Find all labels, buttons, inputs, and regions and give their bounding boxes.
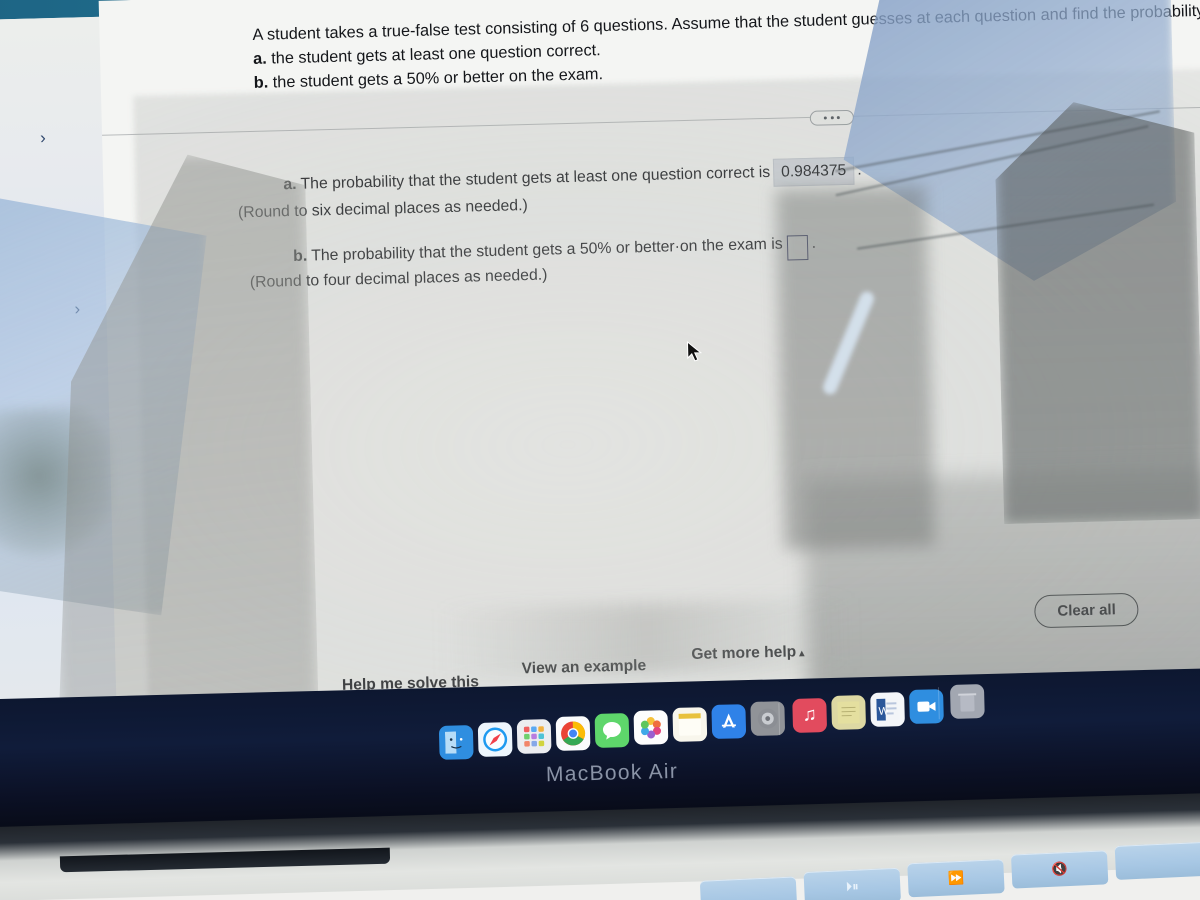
photos-icon[interactable] <box>633 710 669 745</box>
svg-text:W: W <box>878 705 889 717</box>
prompt-b-label: b. <box>253 73 269 93</box>
view-an-example-button[interactable]: View an example <box>521 657 646 678</box>
mute-key[interactable]: 🔇 <box>1010 850 1109 889</box>
answer-a-label: a. <box>283 176 297 194</box>
laptop-lid: › ces s n Tools › A student takes a true… <box>0 0 1200 780</box>
answer-b-period: . <box>811 235 817 253</box>
laptop-display: › ces s n Tools › A student takes a true… <box>0 0 1200 753</box>
safari-icon[interactable] <box>477 722 513 757</box>
dot-3 <box>836 116 840 120</box>
play-pause-key[interactable]: ⏵⏸ <box>803 867 901 900</box>
stickies-icon[interactable] <box>831 695 867 730</box>
photo-of-laptop-screen: › ces s n Tools › A student takes a true… <box>0 0 1200 900</box>
finder-icon[interactable] <box>438 725 474 760</box>
key-blank-1[interactable] <box>699 876 798 900</box>
exercise-panel: A student takes a true-false test consis… <box>98 0 1200 717</box>
caret-up-icon: ▴ <box>799 648 805 660</box>
mouse-cursor-icon <box>686 340 703 362</box>
music-icon[interactable]: ♫ <box>792 698 828 733</box>
section-divider <box>102 105 1200 136</box>
question-prompt: A student takes a true-false test consis… <box>252 0 1200 95</box>
prompt-b-text: the student gets a 50% or better on the … <box>268 65 604 92</box>
trash-icon[interactable] <box>949 684 985 719</box>
answer-a-period: . <box>856 161 862 180</box>
get-more-help-button[interactable]: Get more help ▴ <box>691 643 804 664</box>
sidebar-top-chevron-icon[interactable]: › <box>40 128 46 148</box>
answer-b-label: b. <box>292 248 308 266</box>
chrome-icon[interactable] <box>555 716 591 751</box>
app-store-icon[interactable] <box>711 704 747 739</box>
clear-all-button[interactable]: Clear all <box>1033 592 1140 629</box>
fast-forward-icon: ⏩ <box>947 869 965 886</box>
fast-forward-key[interactable]: ⏩ <box>907 859 1005 898</box>
play-pause-icon: ⏵⏸ <box>845 878 860 895</box>
answer-b-input[interactable] <box>786 234 809 261</box>
answer-a-input[interactable]: 0.984375 <box>772 156 855 188</box>
sidebar-item-tools-chevron-icon[interactable]: › <box>74 299 80 319</box>
key-blank-2[interactable] <box>1114 841 1200 880</box>
answer-a-text: The probability that the student gets at… <box>300 164 771 194</box>
mute-icon: 🔇 <box>1051 861 1069 877</box>
word-icon[interactable]: W <box>870 692 905 727</box>
get-more-help-label: Get more help <box>691 643 797 664</box>
messages-icon[interactable] <box>594 713 630 748</box>
notes-icon[interactable] <box>672 707 708 742</box>
prompt-a-label: a. <box>252 49 267 69</box>
dot-2 <box>830 116 834 120</box>
answer-section: a. The probability that the student gets… <box>238 153 986 291</box>
launchpad-icon[interactable] <box>516 719 552 754</box>
more-options-ellipsis-button[interactable] <box>809 109 855 126</box>
dot-1 <box>823 116 827 120</box>
